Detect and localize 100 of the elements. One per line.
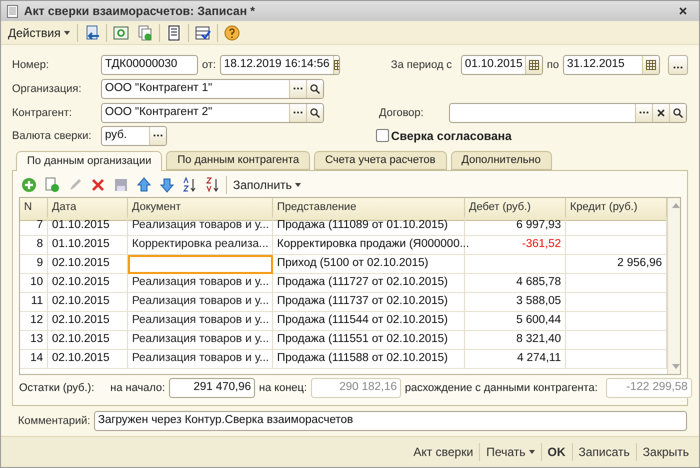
organization-value: ООО "Контрагент 1": [104, 80, 214, 96]
ellipsis-icon: [293, 111, 303, 114]
select-button[interactable]: [289, 80, 306, 98]
column-header[interactable]: Дебет (руб.): [465, 198, 566, 221]
column-header[interactable]: N: [20, 198, 48, 221]
table-cell[interactable]: Реализация товаров и у...: [128, 292, 273, 312]
number-field[interactable]: ТДК00000030: [101, 54, 198, 75]
fill-menu[interactable]: Заполнить: [230, 176, 304, 194]
period-to-value: 31.12.2015: [566, 56, 626, 72]
table-cell: Продажа (111089 от 01.10.2015): [273, 216, 465, 236]
table-cell: 13: [20, 330, 48, 350]
period-from-field[interactable]: 01.10.2015: [460, 54, 543, 75]
date-field[interactable]: 18.12.2019 16:14:56: [220, 54, 340, 75]
calendar-button[interactable]: [642, 56, 659, 74]
table-cell[interactable]: Реализация товаров и у...: [128, 350, 273, 369]
select-button[interactable]: [289, 104, 306, 122]
search-button[interactable]: [306, 104, 323, 122]
import-icon: [84, 24, 100, 41]
table-cell: 01.10.2015: [48, 216, 128, 236]
window-title: Акт сверки взаиморасчетов: Записан *: [24, 4, 256, 18]
table-cell: Продажа (111737 от 02.10.2015): [273, 292, 465, 312]
table-cell: Продажа (111551 от 02.10.2015): [273, 330, 465, 350]
table-cell[interactable]: Реализация товаров и у...: [128, 330, 273, 350]
clear-icon: [679, 7, 687, 16]
select-button[interactable]: [635, 104, 652, 122]
start-label: на начало:: [110, 382, 166, 394]
copy-row-icon: [44, 176, 60, 193]
column-header[interactable]: Дата: [48, 198, 128, 221]
end-label: на конец:: [259, 382, 307, 394]
help-icon: [224, 24, 240, 41]
date-label: от:: [201, 58, 217, 71]
start-balance-field[interactable]: 291 470,96: [169, 378, 256, 398]
copy-icon: [136, 24, 153, 41]
organization-field[interactable]: ООО "Контрагент 1": [101, 78, 324, 99]
column-header[interactable]: Представление: [273, 198, 465, 221]
footer-button[interactable]: OK: [540, 442, 572, 461]
end-balance-value: 290 182,16: [338, 380, 398, 395]
table-cell: 7: [20, 216, 48, 236]
sort-descending-icon: [205, 176, 221, 193]
calendar-button[interactable]: [525, 56, 542, 74]
comment-label: Комментарий:: [17, 414, 92, 427]
period-from-value: 01.10.2015: [464, 56, 524, 72]
footer-button[interactable]: Печать: [479, 442, 540, 461]
tab[interactable]: Дополнительно: [450, 150, 552, 170]
search-button[interactable]: [669, 104, 686, 122]
table-cell[interactable]: Реализация товаров и у...: [128, 274, 273, 293]
comment-field[interactable]: Загружен через Контур.Сверка взаиморасчетов: [94, 410, 687, 431]
search-icon: [310, 84, 320, 94]
agreed-checkbox[interactable]: [376, 129, 389, 142]
table-cell: 6 997,93: [465, 216, 566, 236]
column-header[interactable]: Кредит (руб.): [566, 198, 667, 221]
table-cell: 02.10.2015: [48, 292, 128, 312]
delete-icon: [90, 176, 106, 193]
table-cell: 14: [20, 350, 48, 369]
contract-field[interactable]: [449, 102, 687, 123]
table-cell: 4 685,78: [465, 274, 566, 293]
currency-value: руб.: [104, 128, 128, 143]
help-button[interactable]: [222, 22, 242, 43]
counterparty-label: Контрагент:: [12, 106, 73, 119]
search-button[interactable]: [306, 80, 323, 98]
table-cell: Приход (5100 от 02.10.2015): [273, 254, 465, 274]
period-label: За период с: [390, 58, 453, 71]
footer-button[interactable]: Акт сверки: [407, 442, 480, 461]
table-cell: Продажа (111544 от 02.10.2015): [273, 312, 465, 331]
actions-menu[interactable]: Действия: [5, 24, 73, 42]
footer-button[interactable]: Закрыть: [636, 442, 695, 461]
counterparty-field[interactable]: ООО "Контрагент 2": [101, 102, 324, 123]
table-cell: Продажа (111727 от 02.10.2015): [273, 274, 465, 293]
move-down-icon: [159, 176, 175, 193]
move-up-icon: [136, 176, 152, 193]
search-icon: [673, 108, 683, 118]
currency-label: Валюта сверки:: [12, 130, 92, 142]
currency-field[interactable]: руб.: [101, 126, 167, 146]
column-header[interactable]: Документ: [128, 198, 273, 221]
document-icon: [7, 4, 18, 18]
table-cell: 02.10.2015: [48, 254, 128, 274]
select-button[interactable]: [149, 126, 166, 145]
table-cell[interactable]: Реализация товаров и у...: [128, 216, 273, 236]
period-button[interactable]: [668, 54, 688, 75]
tab[interactable]: Счета учета расчетов: [314, 150, 447, 170]
table-cell: 4 274,11: [465, 350, 566, 369]
clear-button[interactable]: [652, 104, 669, 122]
table-cell[interactable]: Реализация товаров и у...: [128, 312, 273, 331]
footer-button[interactable]: Записать: [572, 442, 636, 461]
tab[interactable]: По данным контрагента: [166, 150, 310, 170]
calendar-icon: [529, 60, 540, 70]
agreed-label: Сверка согласована: [391, 128, 512, 143]
ellipsis-icon: [639, 111, 649, 114]
caret-icon: [64, 30, 70, 35]
organization-label: Организация:: [12, 82, 82, 95]
tab[interactable]: По данным организации: [16, 150, 162, 171]
period-to-field[interactable]: 31.12.2015: [563, 54, 660, 75]
table-cell: Продажа (111588 от 02.10.2015): [273, 350, 465, 369]
table-cell: 02.10.2015: [48, 330, 128, 350]
table-cell[interactable]: [128, 254, 273, 274]
table-cell[interactable]: Корректировка реализа...: [128, 236, 273, 255]
caret-icon: [294, 182, 301, 187]
counterparty-value: ООО "Контрагент 2": [104, 104, 214, 120]
add-icon: [21, 176, 37, 193]
table-cell: 02.10.2015: [48, 274, 128, 293]
